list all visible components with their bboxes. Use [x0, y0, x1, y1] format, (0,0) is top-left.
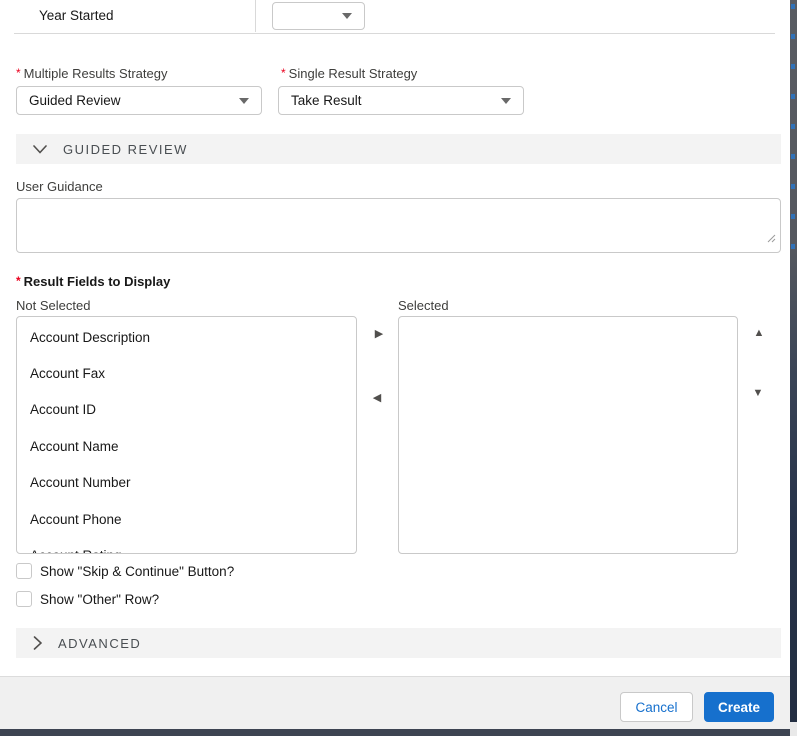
create-button[interactable]: Create [704, 692, 774, 722]
show-other-row-label: Show "Other" Row? [40, 591, 160, 607]
checkbox-unchecked[interactable] [16, 563, 32, 579]
single-result-strategy-combobox[interactable]: Take Result [278, 86, 524, 115]
table-row-border [14, 33, 775, 34]
single-result-strategy-value: Take Result [291, 93, 362, 108]
cancel-button[interactable]: Cancel [620, 692, 693, 722]
chevron-right-icon [33, 636, 42, 650]
single-result-strategy-label: * Single Result Strategy [281, 66, 418, 81]
guided-review-section-title: GUIDED REVIEW [63, 141, 188, 157]
background-links-fragment [791, 4, 795, 254]
guided-review-section-header[interactable]: GUIDED REVIEW [16, 134, 781, 164]
not-selected-listbox[interactable]: Account Description Account Fax Account ID… [16, 316, 357, 554]
checkbox-unchecked[interactable] [16, 591, 32, 607]
year-started-dropdown[interactable] [272, 2, 365, 30]
required-asterisk: * [16, 274, 21, 288]
background-page-bottom-edge [0, 729, 790, 736]
move-down-icon: ▼ [752, 387, 764, 399]
list-item[interactable]: Account ID [17, 392, 356, 428]
list-item[interactable]: Account Rating [17, 537, 356, 553]
required-asterisk: * [16, 66, 21, 80]
move-to-selected-button[interactable]: ▶ [371, 325, 387, 341]
result-fields-label: * Result Fields to Display [16, 274, 171, 289]
list-item[interactable]: Account Name [17, 428, 356, 464]
user-guidance-label: User Guidance [16, 179, 103, 194]
move-left-icon: ◀ [372, 391, 382, 404]
show-other-row-checkbox-row[interactable]: Show "Other" Row? [16, 591, 159, 607]
dropdown-arrow-icon [342, 13, 352, 19]
required-asterisk: * [281, 66, 286, 80]
background-corner-patch [790, 722, 797, 736]
multiple-results-strategy-label: * Multiple Results Strategy [16, 66, 168, 81]
advanced-section-title: ADVANCED [58, 635, 142, 651]
background-page-right-edge [790, 0, 797, 722]
multiple-results-strategy-value: Guided Review [29, 93, 121, 108]
resize-handle-icon[interactable] [767, 230, 776, 248]
list-item[interactable]: Account Fax [17, 355, 356, 391]
move-right-icon: ▶ [374, 327, 384, 340]
move-up-icon: ▲ [753, 327, 765, 339]
list-item[interactable]: Account Description [17, 319, 356, 355]
show-skip-continue-checkbox-row[interactable]: Show "Skip & Continue" Button? [16, 563, 234, 579]
list-item[interactable]: Account Phone [17, 501, 356, 537]
user-guidance-textarea[interactable] [16, 198, 781, 253]
advanced-section-header[interactable]: ADVANCED [16, 628, 781, 658]
year-started-label: Year Started [39, 8, 114, 23]
dropdown-arrow-icon [501, 97, 511, 104]
create-lookup-modal: Year Started * Multiple Results Strategy … [0, 0, 797, 736]
move-up-button[interactable]: ▲ [751, 325, 767, 341]
show-skip-continue-label: Show "Skip & Continue" Button? [40, 563, 235, 579]
move-to-not-selected-button[interactable]: ◀ [369, 389, 385, 405]
move-down-button[interactable]: ▼ [750, 385, 766, 401]
table-column-divider [255, 0, 256, 32]
selected-listbox[interactable] [398, 316, 738, 554]
modal-footer: Cancel Create [0, 676, 790, 729]
not-selected-label: Not Selected [16, 298, 91, 313]
chevron-down-icon [33, 144, 47, 154]
selected-label: Selected [398, 298, 449, 313]
multiple-results-strategy-combobox[interactable]: Guided Review [16, 86, 262, 115]
dropdown-arrow-icon [239, 97, 249, 104]
list-item[interactable]: Account Number [17, 465, 356, 501]
